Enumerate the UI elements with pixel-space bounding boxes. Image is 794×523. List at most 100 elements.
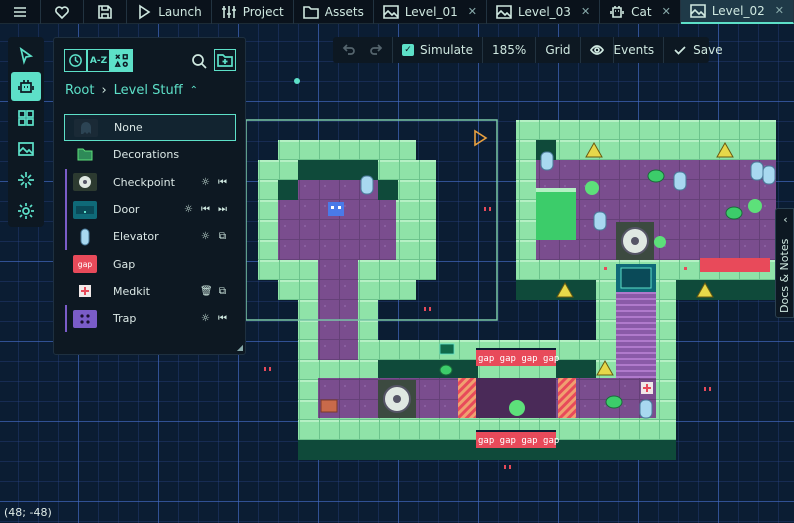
- gear-icon: [18, 203, 34, 220]
- canvas-toolbar: ✓ Simulate 185% Grid Events Save: [333, 37, 723, 63]
- close-icon[interactable]: ✕: [775, 4, 784, 17]
- checkpoint-marker[interactable]: [616, 222, 654, 260]
- search-button[interactable]: [189, 51, 209, 71]
- close-icon[interactable]: ✕: [581, 5, 590, 18]
- add-folder-button[interactable]: [214, 49, 236, 71]
- floppy-icon: [98, 4, 112, 19]
- breadcrumb: Root › Level Stuff ⌃: [65, 83, 198, 98]
- list-item-none[interactable]: None: [64, 114, 236, 142]
- zoom-level[interactable]: 185%: [483, 37, 537, 63]
- effects-tool[interactable]: [11, 166, 41, 195]
- door-icon: [73, 200, 97, 219]
- tab-level-02[interactable]: Level_02 ✕: [680, 0, 794, 24]
- list-item-checkpoint[interactable]: Checkpoint ☼ ⏮: [64, 168, 236, 197]
- sun-icon[interactable]: ☼: [200, 231, 211, 242]
- image-icon: [690, 3, 706, 18]
- sort-recent-button[interactable]: [64, 49, 87, 72]
- hamburger-icon: [13, 6, 26, 17]
- gap-tile-icon: gap: [73, 255, 97, 274]
- undo-icon: [342, 44, 355, 55]
- shapes-icon: [114, 54, 128, 67]
- list-item-gap[interactable]: gap Gap: [64, 250, 236, 277]
- background-tool[interactable]: [11, 135, 41, 164]
- cursor-icon: [19, 46, 34, 65]
- grid-toggle[interactable]: Grid: [536, 37, 581, 63]
- docs-notes-tab[interactable]: ‹ Docs & Notes: [775, 208, 794, 318]
- list-item-door[interactable]: Door ☼ ⏮ ⏭: [64, 195, 236, 224]
- undo-button[interactable]: [333, 37, 360, 63]
- origin-dot: [294, 78, 300, 84]
- player-robot[interactable]: [328, 202, 344, 216]
- tab-level-01[interactable]: Level_01 ✕: [374, 0, 487, 24]
- rewind-icon[interactable]: ⏮: [200, 204, 211, 215]
- tiles-tool[interactable]: [11, 103, 41, 132]
- gap-label-top: gap gap gap gap: [478, 354, 559, 364]
- image-icon: [383, 4, 399, 19]
- checkpoint-marker[interactable]: [378, 380, 416, 418]
- sort-buttons: A-Z: [64, 49, 133, 72]
- redo-button[interactable]: [360, 37, 393, 63]
- close-icon[interactable]: ✕: [468, 5, 477, 18]
- visibility-button[interactable]: [581, 37, 614, 63]
- entity-tool[interactable]: [11, 72, 41, 102]
- menu-button[interactable]: [0, 0, 41, 24]
- door-marker[interactable]: [620, 267, 652, 289]
- list-item-trap[interactable]: Trap ☼ ⏮: [64, 305, 236, 333]
- breadcrumb-root[interactable]: Root: [65, 83, 94, 98]
- launch-label: Launch: [158, 4, 202, 19]
- ghost-icon: [74, 118, 98, 137]
- settings-tool[interactable]: [11, 197, 41, 226]
- palette-list: None Decorations Checkpoint ☼ ⏮ Door ☼ ⏮ ⏭ …: [64, 114, 236, 333]
- favorite-button[interactable]: [41, 0, 84, 24]
- docs-notes-label: Docs & Notes: [778, 238, 791, 313]
- rewind-icon[interactable]: ⏮: [217, 313, 228, 324]
- select-tool[interactable]: [11, 41, 41, 70]
- list-item-label: None: [114, 121, 143, 135]
- sparkle-icon: [18, 172, 34, 189]
- medkit-marker[interactable]: [641, 382, 653, 394]
- crate[interactable]: [320, 399, 338, 413]
- simulate-toggle[interactable]: ✓ Simulate: [393, 37, 484, 63]
- trash-icon[interactable]: 🗑: [200, 286, 213, 297]
- medkit-icon: [73, 282, 97, 300]
- sliders-icon: [221, 5, 236, 18]
- chevron-left-icon: ‹: [783, 213, 788, 226]
- tab-cat[interactable]: Cat ✕: [600, 0, 681, 24]
- list-item-elevator[interactable]: Elevator ☼ ⧉: [64, 223, 236, 251]
- capsule-icon: [73, 228, 97, 246]
- rewind-icon[interactable]: ⏮: [217, 177, 228, 188]
- search-icon: [192, 54, 207, 69]
- breadcrumb-current[interactable]: Level Stuff: [114, 83, 183, 98]
- forward-icon[interactable]: ⏭: [217, 204, 228, 215]
- sun-icon[interactable]: ☼: [200, 177, 211, 188]
- play-marker-icon[interactable]: [474, 129, 488, 147]
- copy-icon[interactable]: ⧉: [217, 231, 228, 242]
- resize-handle[interactable]: ◢: [237, 343, 243, 352]
- list-item-label: Elevator: [113, 230, 159, 244]
- chevron-up-icon[interactable]: ⌃: [190, 85, 198, 96]
- list-item-decorations[interactable]: Decorations: [64, 141, 236, 168]
- gap-label-bottom: gap gap gap gap: [478, 436, 559, 446]
- list-item-label: Gap: [113, 257, 136, 271]
- sort-az-button[interactable]: A-Z: [87, 49, 110, 72]
- tab-level-03[interactable]: Level_03 ✕: [487, 0, 601, 24]
- assets-button[interactable]: Assets: [294, 0, 374, 24]
- chevron-right-icon: ›: [101, 83, 107, 98]
- close-icon[interactable]: ✕: [662, 5, 671, 18]
- list-item-medkit[interactable]: Medkit 🗑 ⧉: [64, 278, 236, 305]
- sun-icon[interactable]: ☼: [183, 204, 194, 215]
- terminal[interactable]: [439, 343, 455, 355]
- project-button[interactable]: Project: [212, 0, 294, 24]
- list-item-label: Decorations: [113, 148, 180, 162]
- sort-type-button[interactable]: [110, 49, 133, 72]
- copy-icon[interactable]: ⧉: [217, 286, 228, 297]
- heart-icon: [54, 5, 69, 19]
- eye-icon: [589, 45, 604, 55]
- save-button[interactable]: Save: [664, 37, 731, 63]
- dice-icon: [73, 309, 97, 328]
- save-file-button[interactable]: [84, 0, 128, 24]
- launch-button[interactable]: Launch: [127, 0, 212, 24]
- sun-icon[interactable]: ☼: [200, 313, 211, 324]
- events-button[interactable]: Events: [614, 37, 665, 63]
- checkbox-checked-icon: ✓: [402, 44, 414, 56]
